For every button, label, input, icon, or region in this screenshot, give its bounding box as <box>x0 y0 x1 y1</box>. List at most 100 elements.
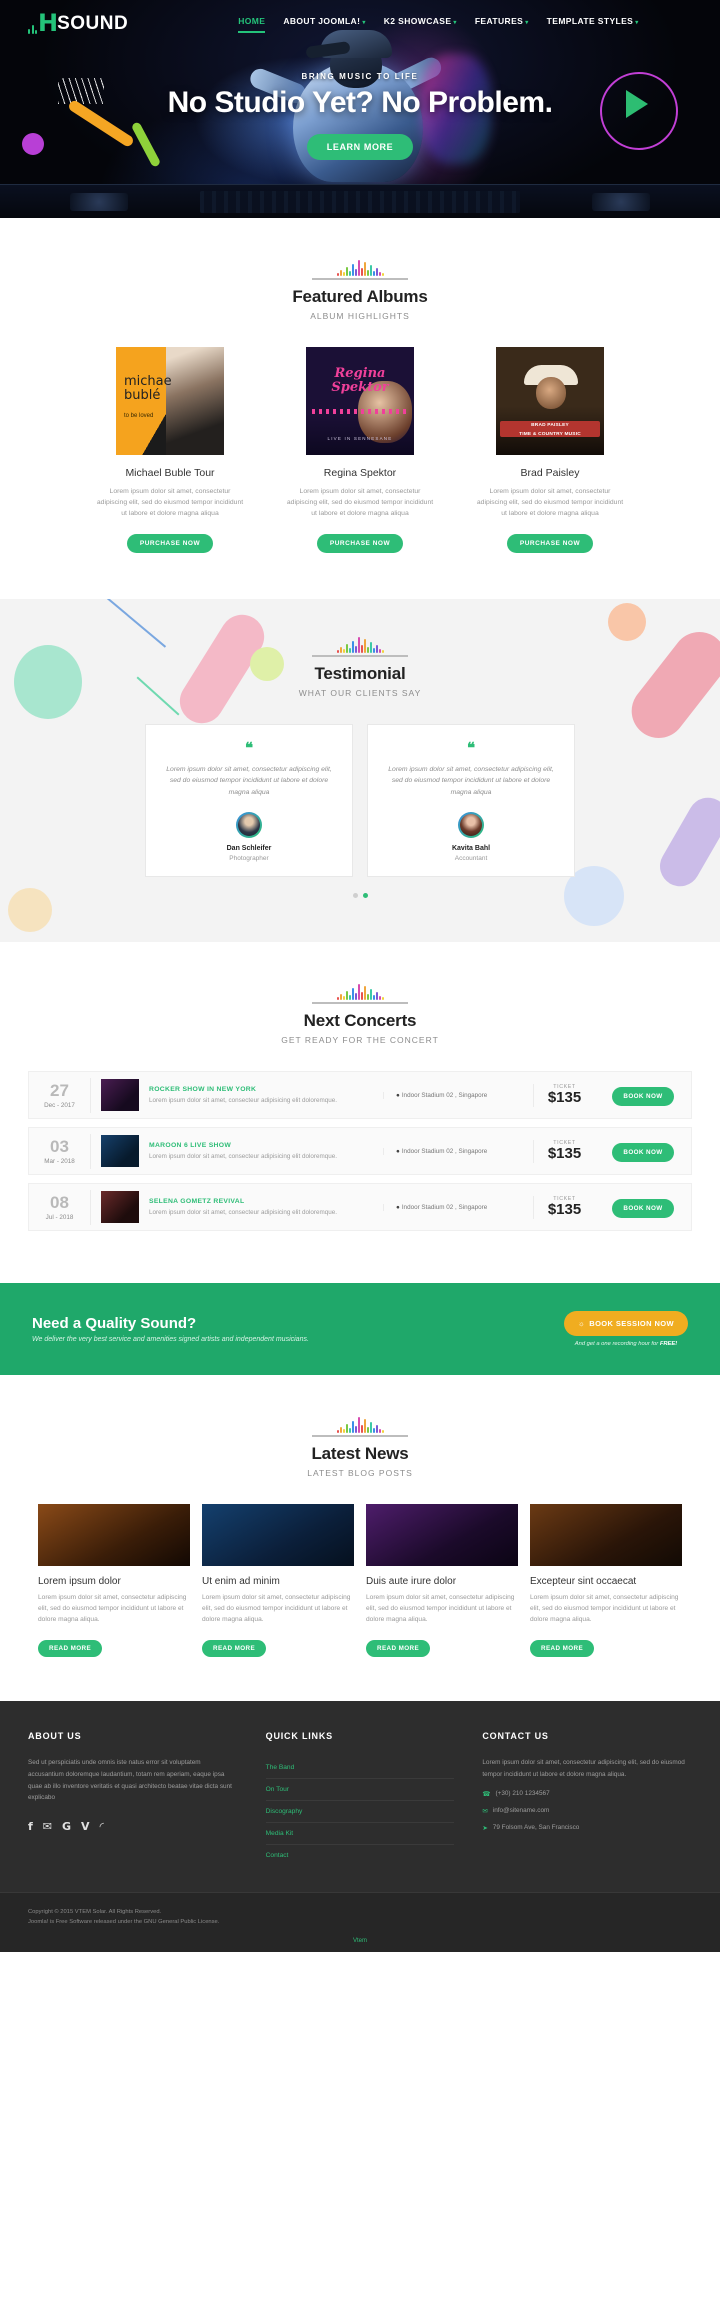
dj-deck <box>0 184 720 218</box>
featured-albums-section: Featured Albums ALBUM HIGHLIGHTS michae … <box>0 218 720 599</box>
testimonial-text: Lorem ipsum dolor sit amet, consectetur … <box>166 765 332 796</box>
concert-title[interactable]: MAROON 6 LIVE SHOW <box>149 1142 373 1149</box>
news-title[interactable]: Ut enim ad minim <box>202 1576 354 1587</box>
album-cover-image[interactable]: Regina Spektor LIVE IN SENNESANE <box>306 347 414 455</box>
news-thumbnail[interactable] <box>202 1504 354 1567</box>
cta-text-block: Need a Quality Sound? We deliver the ver… <box>32 1315 564 1343</box>
cover-subline: LIVE IN SENNESANE <box>327 436 393 441</box>
quick-link-discography[interactable]: Discography <box>265 1801 455 1823</box>
concert-date: 03 Mar - 2018 <box>29 1133 91 1169</box>
hero-copy: BRING MUSIC TO LIFE No Studio Yet? No Pr… <box>0 72 720 160</box>
carousel-dot[interactable] <box>352 893 358 899</box>
book-now-button[interactable]: BOOK NOW <box>612 1086 674 1106</box>
concert-thumbnail[interactable] <box>101 1191 139 1224</box>
nav-item-template-styles[interactable]: TEMPLATE STYLES ▾ <box>547 16 639 30</box>
news-title[interactable]: Lorem ipsum dolor <box>38 1576 190 1587</box>
quick-link-media-kit[interactable]: Media Kit <box>265 1823 455 1845</box>
quick-link-on-tour[interactable]: On Tour <box>265 1779 455 1801</box>
rss-icon[interactable]: ◜ <box>100 1820 104 1833</box>
purchase-now-button[interactable]: PURCHASE NOW <box>126 533 214 553</box>
news-thumbnail[interactable] <box>366 1504 518 1567</box>
news-title[interactable]: Duis aute irure dolor <box>366 1576 518 1587</box>
equalizer-bar <box>342 996 345 1001</box>
concert-info: MAROON 6 LIVE SHOW Lorem ipsum dolor sit… <box>149 1142 383 1161</box>
equalizer-bar <box>354 993 357 1001</box>
read-more-button[interactable]: READ MORE <box>38 1639 103 1657</box>
equalizer-bar <box>342 648 345 653</box>
vtem-credit[interactable]: Vtem <box>0 1937 720 1952</box>
concert-venue: ● Indoor Stadium 02 , Singapore <box>383 1147 533 1155</box>
footer-address-value: 79 Folsom Ave, San Francisco <box>492 1824 580 1832</box>
concert-book-cell: BOOK NOW <box>595 1141 691 1162</box>
news-title[interactable]: Excepteur sint occaecat <box>530 1576 682 1587</box>
brand-logo-text: SOUND <box>57 12 129 34</box>
vimeo-icon[interactable]: V <box>81 1820 90 1833</box>
footer-phone-line[interactable]: ☎ (+30) 210 1234567 <box>482 1790 692 1798</box>
google-plus-icon[interactable]: G <box>62 1820 71 1833</box>
news-description: Lorem ipsum dolor sit amet, consectetur … <box>38 1594 187 1623</box>
equalizer-decoration-icon <box>316 1413 404 1434</box>
copyright-line-2: Joomla! is Free Software released under … <box>28 1919 220 1926</box>
cover-line-2: Spektor <box>331 380 389 396</box>
read-more-button[interactable]: READ MORE <box>202 1639 267 1657</box>
footer-email-value: info@sitename.com <box>492 1807 550 1815</box>
brand-logo[interactable]: H SOUND <box>28 11 128 35</box>
cta-note: And get a one recording hour for FREE! <box>564 1341 688 1347</box>
nav-item-features[interactable]: FEATURES ▾ <box>475 16 529 30</box>
albums-list: michae bublé to be loved Michael Buble T… <box>0 347 720 599</box>
concert-thumbnail[interactable] <box>101 1079 139 1112</box>
nav-item-k2-showcase[interactable]: K2 SHOWCASE ▾ <box>384 16 457 30</box>
album-artist-photo <box>166 347 224 455</box>
concert-thumbnail[interactable] <box>101 1135 139 1168</box>
news-thumbnail[interactable] <box>530 1504 682 1567</box>
footer-email-line[interactable]: ✉ info@sitename.com <box>482 1807 692 1815</box>
cta-title: Need a Quality Sound? <box>32 1315 197 1333</box>
cta-note-prefix: And get a one recording hour for <box>574 1341 660 1348</box>
concert-day: 27 <box>50 1080 69 1100</box>
quick-link-contact[interactable]: Contact <box>266 1845 455 1866</box>
avatar-image <box>238 814 260 837</box>
purchase-now-button[interactable]: PURCHASE NOW <box>506 533 594 553</box>
book-session-button[interactable]: ☼ BOOK SESSION NOW <box>563 1311 688 1337</box>
equalizer-bar <box>366 270 369 276</box>
purchase-now-button[interactable]: PURCHASE NOW <box>316 533 404 553</box>
equalizer-bar <box>375 992 378 1001</box>
twitter-icon[interactable]: ✉ <box>43 1820 52 1833</box>
equalizer-bar <box>360 268 363 276</box>
nav-label: ABOUT JOOMLA! <box>283 16 361 26</box>
equalizer-bar <box>348 995 351 1001</box>
read-more-button[interactable]: READ MORE <box>530 1639 595 1657</box>
equalizer-bar <box>339 1427 342 1434</box>
carousel-dot-active[interactable] <box>362 893 368 899</box>
book-session-label: BOOK SESSION NOW <box>589 1319 674 1329</box>
hero-title: No Studio Yet? No Problem. <box>167 86 553 119</box>
social-links: f ✉ G V ◜ <box>28 1820 238 1833</box>
page-root: H SOUND HOME ABOUT JOOMLA! ▾ K2 SHOWCASE ▾… <box>0 0 720 1952</box>
book-now-button[interactable]: BOOK NOW <box>612 1198 674 1218</box>
footer-about-column: ABOUT US Sed ut perspiciatis unde omnis … <box>28 1731 238 1866</box>
concert-title[interactable]: ROCKER SHOW IN NEW YORK <box>149 1086 373 1093</box>
nav-item-home[interactable]: HOME <box>238 16 266 33</box>
chevron-down-icon: ▾ <box>362 20 366 26</box>
quick-link-the-band[interactable]: The Band <box>265 1757 455 1779</box>
table-row: 08 Jul - 2018 SELENA GOMETZ REVIVAL Lore… <box>28 1183 692 1232</box>
concerts-subtitle: GET READY FOR THE CONCERT <box>281 1035 439 1046</box>
album-cover-image[interactable]: michae bublé to be loved <box>116 347 224 455</box>
nav-item-about-joomla[interactable]: ABOUT JOOMLA! ▾ <box>283 16 365 30</box>
concert-title[interactable]: SELENA GOMETZ REVIVAL <box>149 1198 373 1205</box>
nav-label: K2 SHOWCASE <box>383 16 452 26</box>
news-subtitle: LATEST BLOG POSTS <box>307 1468 413 1479</box>
site-footer: ABOUT US Sed ut perspiciatis unde omnis … <box>0 1700 720 1892</box>
book-now-button[interactable]: BOOK NOW <box>612 1142 674 1162</box>
news-thumbnail[interactable] <box>38 1504 190 1567</box>
album-cover-image[interactable]: BRAD PAISLEY TIME & COUNTRY MUSIC <box>496 347 604 455</box>
equalizer-bar <box>378 996 381 1001</box>
cover-subline: to be loved <box>124 413 154 419</box>
concert-venue: ● Indoor Stadium 02 , Singapore <box>383 1091 533 1099</box>
equalizer-bar <box>369 265 372 276</box>
carousel-dots[interactable] <box>0 893 720 899</box>
learn-more-button[interactable]: LEARN MORE <box>306 134 414 160</box>
read-more-button[interactable]: READ MORE <box>366 1639 431 1657</box>
calendar-icon: ☼ <box>577 1319 586 1329</box>
facebook-icon[interactable]: f <box>28 1820 33 1833</box>
